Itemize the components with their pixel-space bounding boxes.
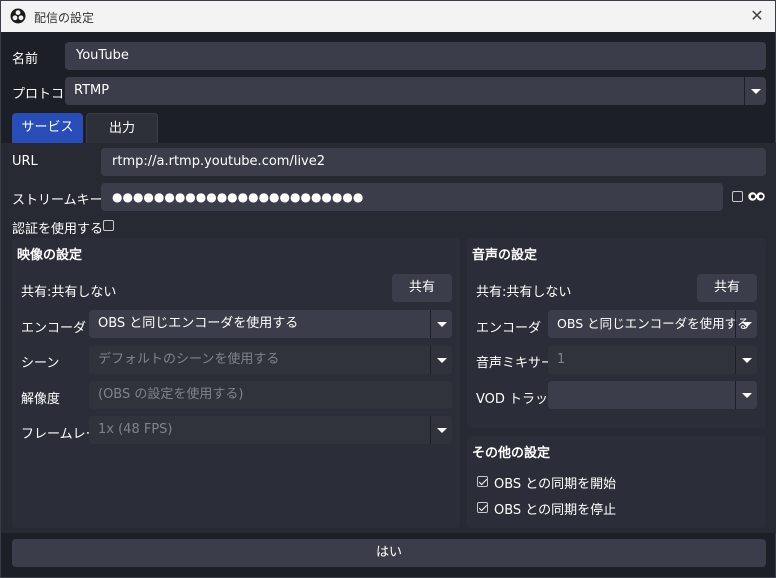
chevron-down-icon xyxy=(430,416,452,444)
stream-key-label: ストリームキー xyxy=(12,193,103,208)
sync-stop-checkbox[interactable] xyxy=(477,502,488,513)
audio-mixer-label: 音声ミキサー xyxy=(476,356,555,371)
chevron-down-icon xyxy=(735,381,757,409)
audio-encoder-label: エンコーダ xyxy=(476,321,542,336)
vod-track-select[interactable] xyxy=(548,381,757,409)
video-settings-group: 映像の設定 共有:共有しない 共有 エンコーダ OBS と同じエンコーダを使用す… xyxy=(12,238,460,528)
video-encoder-value: OBS と同じエンコーダを使用する xyxy=(98,316,299,331)
scene-label: シーン xyxy=(21,356,60,371)
auth-checkbox[interactable] xyxy=(103,220,114,231)
obs-logo-icon xyxy=(10,8,26,24)
video-encoder-select[interactable]: OBS と同じエンコーダを使用する xyxy=(89,310,452,338)
sync-start-label: OBS との同期を開始 xyxy=(494,477,617,492)
name-label: 名前 xyxy=(12,52,39,67)
audio-share-button[interactable]: 共有 xyxy=(697,274,757,302)
stream-key-input[interactable]: ●●●●●●●●●●●●●●●●●●●●●●●● xyxy=(101,183,723,211)
audio-mixer-value: 1 xyxy=(557,352,566,367)
settings-window: 配信の設定 ✕ 名前 YouTube プロトコル RTMP サービス 出力 UR… xyxy=(0,0,776,578)
chevron-down-icon xyxy=(744,77,766,105)
tab-service[interactable]: サービス xyxy=(12,113,83,143)
resolution-input[interactable]: (OBS の設定を使用する) xyxy=(89,381,452,409)
eye-icon[interactable] xyxy=(748,190,765,203)
show-key-checkbox[interactable] xyxy=(732,191,743,202)
audio-encoder-value: OBS と同じエンコーダを使用する xyxy=(557,316,750,331)
framerate-value: 1x (48 FPS) xyxy=(98,422,173,437)
resolution-label: 解像度 xyxy=(21,392,61,407)
name-input[interactable]: YouTube xyxy=(65,42,766,70)
tab-output[interactable]: 出力 xyxy=(86,113,158,143)
title-bar: 配信の設定 ✕ xyxy=(1,1,775,32)
audio-settings-title: 音声の設定 xyxy=(472,248,538,263)
sync-stop-label: OBS との同期を停止 xyxy=(494,503,617,518)
video-settings-title: 映像の設定 xyxy=(17,248,83,263)
audio-mixer-select[interactable]: 1 xyxy=(548,346,757,374)
video-share-button[interactable]: 共有 xyxy=(392,274,452,302)
protocol-value: RTMP xyxy=(74,83,110,98)
video-share-label: 共有:共有しない xyxy=(21,285,117,300)
chevron-down-icon xyxy=(430,310,452,338)
scene-select[interactable]: デフォルトのシーンを使用する xyxy=(89,346,452,374)
chevron-down-icon xyxy=(735,310,757,338)
protocol-select[interactable]: RTMP xyxy=(65,77,766,105)
audio-settings-group: 音声の設定 共有:共有しない 共有 エンコーダ OBS と同じエンコーダを使用す… xyxy=(467,238,766,428)
close-icon[interactable]: ✕ xyxy=(747,6,767,26)
audio-encoder-select[interactable]: OBS と同じエンコーダを使用する xyxy=(548,310,757,338)
chevron-down-icon xyxy=(735,346,757,374)
ok-button[interactable]: はい xyxy=(12,539,766,567)
sync-start-checkbox[interactable] xyxy=(477,476,488,487)
framerate-select[interactable]: 1x (48 FPS) xyxy=(89,416,452,444)
scene-value: デフォルトのシーンを使用する xyxy=(98,352,280,367)
chevron-down-icon xyxy=(430,346,452,374)
resolution-placeholder: (OBS の設定を使用する) xyxy=(98,387,244,402)
url-label: URL xyxy=(12,154,38,169)
other-settings-group: その他の設定 OBS との同期を開始 OBS との同期を停止 xyxy=(467,436,766,528)
window-title: 配信の設定 xyxy=(34,11,95,25)
auth-label: 認証を使用する xyxy=(12,222,104,237)
video-encoder-label: エンコーダ xyxy=(21,321,87,336)
other-settings-title: その他の設定 xyxy=(472,446,551,461)
audio-share-label: 共有:共有しない xyxy=(476,285,572,300)
url-input[interactable]: rtmp://a.rtmp.youtube.com/live2 xyxy=(101,148,766,176)
